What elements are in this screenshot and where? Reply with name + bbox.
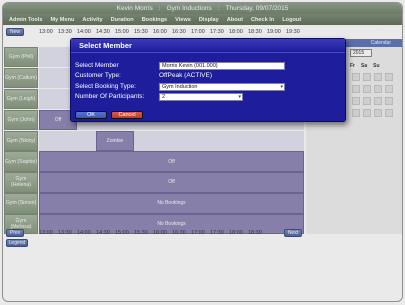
participants-select[interactable]: 2 ▾ bbox=[159, 93, 243, 101]
customer-type-value: OffPeak (ACTIVE) bbox=[159, 72, 212, 79]
cancel-button[interactable]: Cancel bbox=[111, 111, 143, 119]
booking-type-value: Gym Induction bbox=[162, 84, 198, 90]
dialog-title: Select Member bbox=[71, 39, 345, 53]
participants-label: Number Of Participants: bbox=[75, 93, 145, 100]
booking-type-select[interactable]: Gym Induction ▾ bbox=[159, 83, 285, 91]
participants-value: 2 bbox=[162, 94, 166, 100]
booking-type-label: Select Booking Type: bbox=[75, 83, 136, 90]
member-input[interactable]: Morris Kevin (001.000) bbox=[159, 62, 285, 70]
select-member-dialog: Select Member Select Member Morris Kevin… bbox=[70, 38, 346, 122]
dropdown-arrow-icon: ▾ bbox=[238, 94, 241, 100]
customer-type-label: Customer Type: bbox=[75, 72, 121, 79]
member-label: Select Member bbox=[75, 62, 119, 69]
dropdown-arrow-icon: ▾ bbox=[280, 84, 283, 90]
ok-button[interactable]: OK bbox=[75, 111, 107, 119]
